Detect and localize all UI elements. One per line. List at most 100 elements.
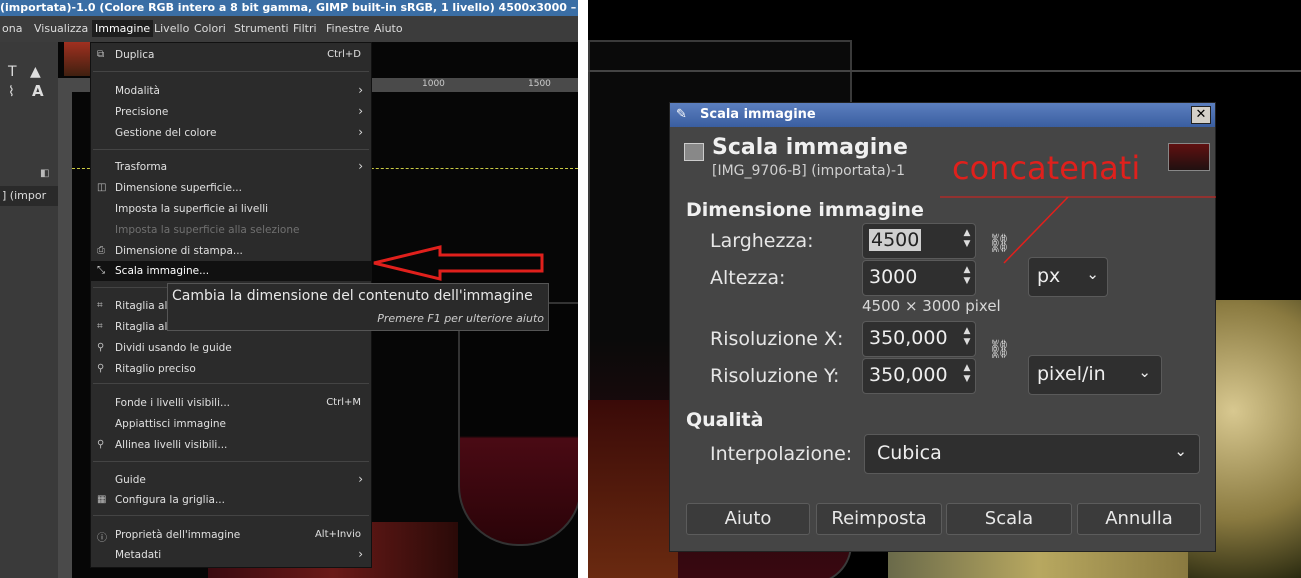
menu-item-dimensione-stampa[interactable]: Dimensione di stampa... xyxy=(115,245,243,257)
menu-item-dimensione-superficie[interactable]: Dimensione superficie... xyxy=(115,182,242,194)
menu-item-duplica[interactable]: Duplica xyxy=(115,49,154,61)
menu-item-ritaglio-preciso[interactable]: Ritaglio preciso xyxy=(115,363,196,375)
gimp-logo-icon: ✎ xyxy=(676,107,687,122)
toolbox: T ▲ ⌇ A ◧ ] (impor xyxy=(0,42,58,578)
menu-strumenti[interactable]: Strumenti xyxy=(234,22,289,35)
separator xyxy=(93,149,369,150)
menu-item-gestione-colore[interactable]: Gestione del colore xyxy=(115,127,216,139)
menu-colori[interactable]: Colori xyxy=(194,22,226,35)
height-spinner[interactable]: ▲ ▼ xyxy=(961,265,973,287)
menu-item-configura-griglia[interactable]: Configura la griglia... xyxy=(115,494,225,506)
chain-link-icon[interactable]: ⛓ xyxy=(988,233,1011,254)
interp-label: Interpolazione: xyxy=(710,443,853,465)
properties-shortcut: Alt+Invio xyxy=(314,529,361,540)
menu-visualizza[interactable]: Visualizza xyxy=(34,22,88,35)
chevron-right-icon: › xyxy=(358,125,363,139)
menu-item-fonde-livelli[interactable]: Fonde i livelli visibili... xyxy=(115,397,230,409)
align-icon: ⚲ xyxy=(97,439,105,450)
image-thumbnail xyxy=(1168,143,1210,171)
menu-item-trasforma[interactable]: Trasforma xyxy=(115,161,167,173)
path-tool-icon[interactable]: ⌇ xyxy=(8,84,15,100)
width-spinner[interactable]: ▲ ▼ xyxy=(961,228,973,250)
chain-link-icon[interactable]: ⛓ xyxy=(988,339,1011,360)
chevron-down-icon: ⌄ xyxy=(1174,442,1187,460)
menu-aiuto[interactable]: Aiuto xyxy=(374,22,403,35)
menu-item-ritaglia-selezione[interactable]: Ritaglia all xyxy=(115,300,170,312)
size-unit-select[interactable]: px ⌄ xyxy=(1028,257,1108,297)
resy-value: 350,000 xyxy=(869,364,948,386)
annotation-concatenati: concatenati xyxy=(952,149,1141,187)
resx-spinner[interactable]: ▲ ▼ xyxy=(961,326,973,348)
zealous-crop-icon: ⚲ xyxy=(97,363,105,374)
menu-filtri[interactable]: Filtri xyxy=(293,22,317,35)
font-tool-icon[interactable]: A xyxy=(32,82,44,100)
menu-finestre[interactable]: Finestre xyxy=(326,22,369,35)
menu-item-proprieta[interactable]: Proprietà dell'immagine xyxy=(115,529,240,541)
resy-spinner[interactable]: ▲ ▼ xyxy=(961,363,973,385)
menubar: ona Visualizza Immagine Livello Colori S… xyxy=(0,16,578,42)
reset-button[interactable]: Reimposta xyxy=(816,503,942,535)
collapse-icon[interactable]: ◧ xyxy=(40,168,49,179)
ruler-label-1000: 1000 xyxy=(422,79,445,89)
separator xyxy=(93,461,369,462)
chevron-down-icon: ⌄ xyxy=(1138,363,1151,381)
menu-item-ritaglia-contenuto[interactable]: Ritaglia al xyxy=(115,321,167,333)
width-field[interactable]: 4500 ▲ ▼ xyxy=(862,223,976,259)
menu-item-superficie-livelli[interactable]: Imposta la superficie ai livelli xyxy=(115,203,268,215)
separator xyxy=(93,383,369,384)
menu-item-scala-immagine[interactable]: Scala immagine... xyxy=(115,265,209,277)
window-title: (importata)-1.0 (Colore RGB intero a 8 b… xyxy=(0,0,578,16)
layer-tab[interactable]: ] (impor xyxy=(0,186,58,206)
menu-item-metadati[interactable]: Metadati xyxy=(115,549,161,561)
width-value: 4500 xyxy=(869,229,922,251)
section-qualita: Qualità xyxy=(686,409,764,431)
height-field[interactable]: 3000 ▲ ▼ xyxy=(862,260,976,296)
size-summary: 4500 × 3000 pixel xyxy=(862,297,1001,315)
bucket-tool-icon[interactable]: ▲ xyxy=(30,64,41,80)
scale-button[interactable]: Scala xyxy=(946,503,1072,535)
text-tool-icon[interactable]: T xyxy=(8,64,17,80)
duplicate-shortcut: Ctrl+D xyxy=(327,49,361,60)
chevron-right-icon: › xyxy=(358,472,363,486)
section-dimensione: Dimensione immagine xyxy=(686,199,924,221)
glass-rim xyxy=(588,70,1301,72)
crop-icon: ⌗ xyxy=(97,321,103,332)
canvas-size-icon: ◫ xyxy=(97,182,107,193)
separator xyxy=(93,515,369,516)
interp-value: Cubica xyxy=(877,442,942,464)
tooltip-text: Cambia la dimensione del contenuto dell'… xyxy=(172,288,533,304)
guides-icon: ⚲ xyxy=(97,342,105,353)
red-arrow-annotation xyxy=(373,245,544,281)
scale-icon xyxy=(684,143,704,161)
help-button[interactable]: Aiuto xyxy=(686,503,810,535)
scale-icon: ⤡ xyxy=(97,265,105,276)
menu-livello[interactable]: Livello xyxy=(154,22,189,35)
resy-label: Risoluzione Y: xyxy=(710,365,840,387)
resy-field[interactable]: 350,000 ▲ ▼ xyxy=(862,358,976,394)
interpolation-select[interactable]: Cubica ⌄ xyxy=(864,434,1200,474)
tooltip-hint: Premere F1 per ulteriore aiuto xyxy=(377,312,544,325)
merge-shortcut: Ctrl+M xyxy=(326,397,361,408)
menu-item-precisione[interactable]: Precisione xyxy=(115,106,168,118)
menu-item-allinea-livelli[interactable]: Allinea livelli visibili... xyxy=(115,439,227,451)
wine-glass-image xyxy=(458,302,578,546)
dialog-subheader: [IMG_9706-B] (importata)-1 xyxy=(712,163,905,179)
size-unit-value: px xyxy=(1037,265,1061,287)
scale-image-dialog: ✎ Scala immagine ✕ Scala immagine [IMG_9… xyxy=(669,102,1216,552)
menu-item-dividi-guide[interactable]: Dividi usando le guide xyxy=(115,342,232,354)
chevron-right-icon: › xyxy=(358,104,363,118)
res-unit-value: pixel/in xyxy=(1037,363,1106,385)
chevron-right-icon: › xyxy=(358,83,363,97)
resx-field[interactable]: 350,000 ▲ ▼ xyxy=(862,321,976,357)
menu-item-guide[interactable]: Guide xyxy=(115,474,146,486)
res-unit-select[interactable]: pixel/in ⌄ xyxy=(1028,355,1162,395)
menu-immagine[interactable]: Immagine xyxy=(92,20,154,37)
cancel-button[interactable]: Annulla xyxy=(1077,503,1201,535)
crop-icon: ⌗ xyxy=(97,300,103,311)
ruler-label-1500: 1500 xyxy=(528,79,551,89)
close-button[interactable]: ✕ xyxy=(1191,106,1211,124)
menu-item-modalita[interactable]: Modalità xyxy=(115,85,160,97)
menu-item-appiattisci[interactable]: Appiattisci immagine xyxy=(115,418,226,430)
printer-icon: ⎙ xyxy=(97,245,105,256)
menu-selezione[interactable]: ona xyxy=(2,22,22,35)
